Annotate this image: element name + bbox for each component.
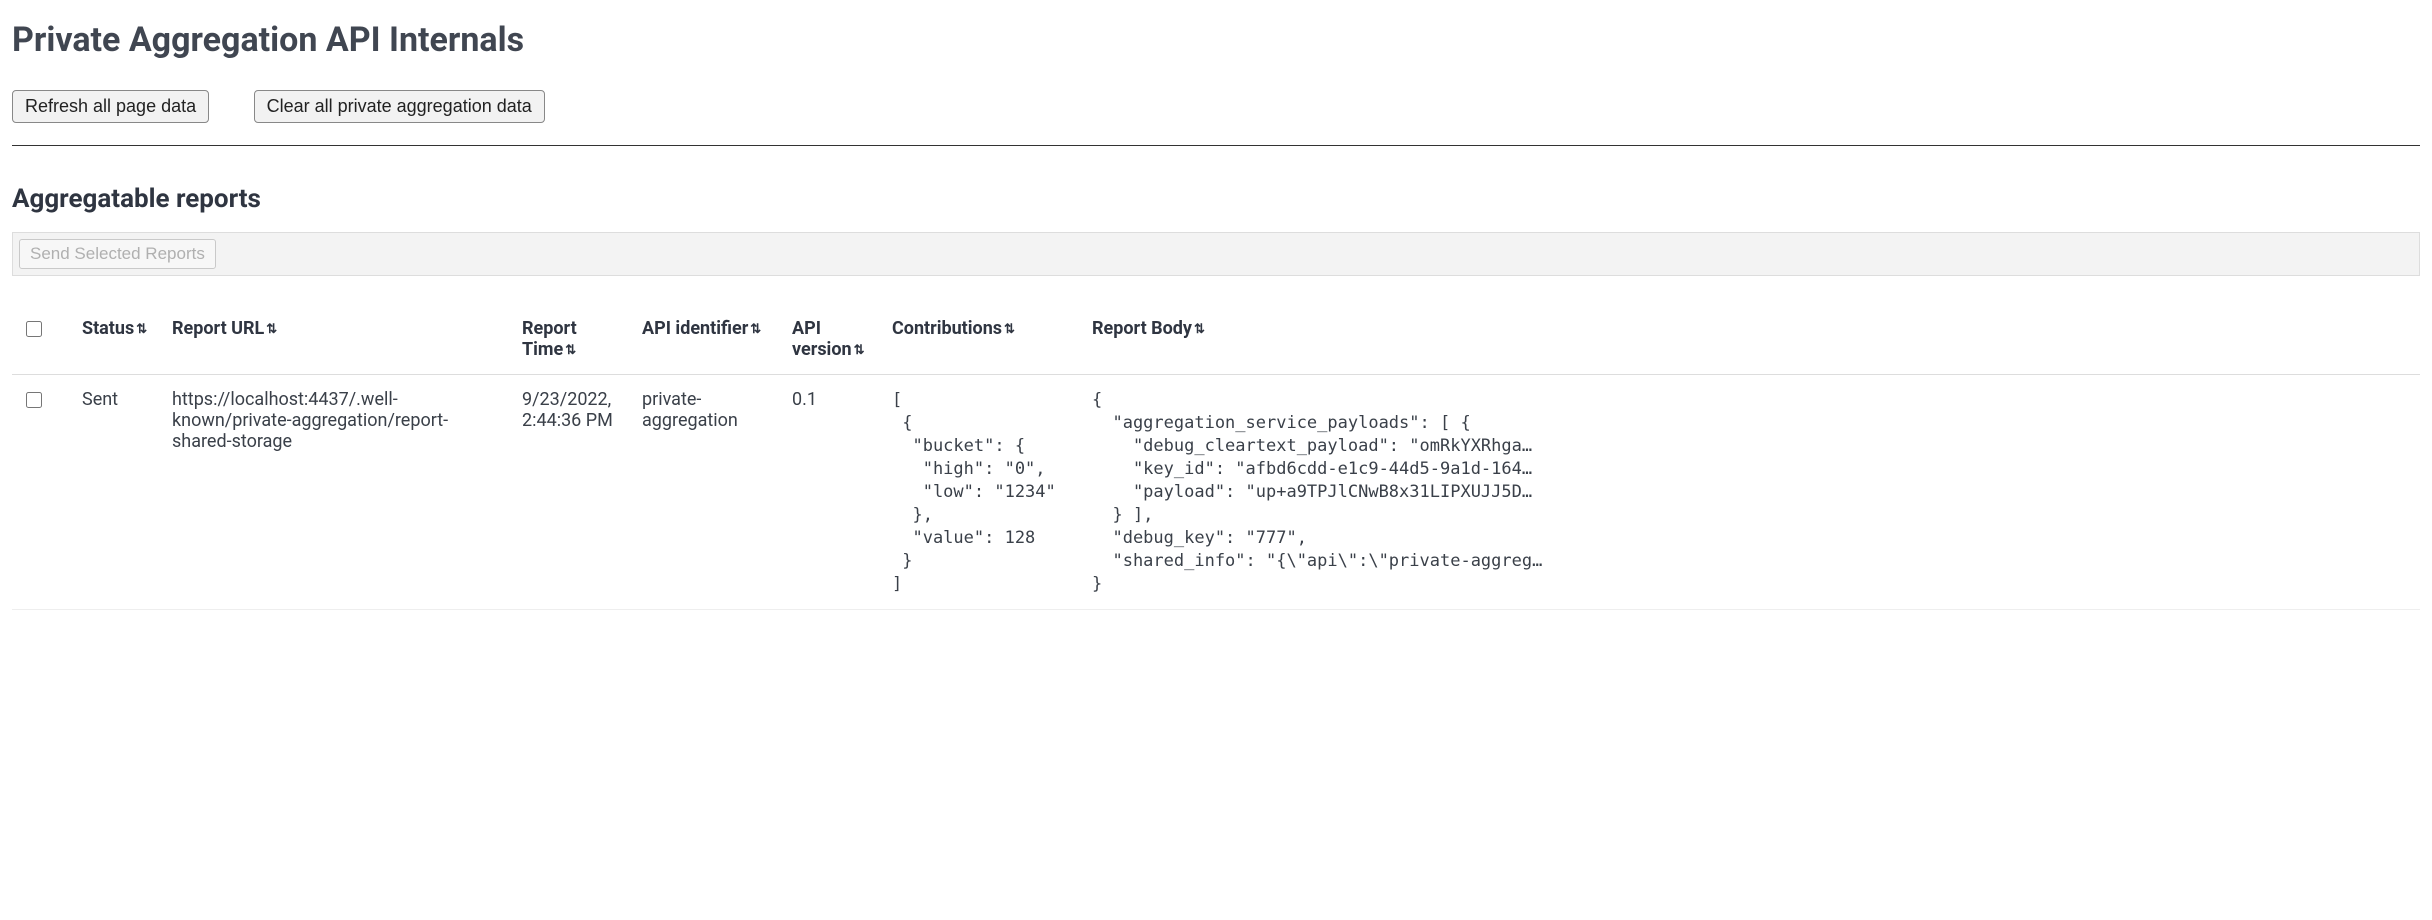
cell-report-body: { "aggregation_service_payloads": [ { "d… (1082, 375, 2420, 610)
col-status[interactable]: Status⇅ (72, 304, 162, 375)
col-api-identifier[interactable]: API identifier⇅ (632, 304, 782, 375)
select-all-header (12, 304, 72, 375)
send-row: Send Selected Reports (12, 232, 2420, 276)
row-checkbox[interactable] (26, 392, 42, 408)
sort-icon: ⇅ (1194, 322, 1205, 337)
reports-table: Status⇅ Report URL⇅ Report Time⇅ API ide… (12, 304, 2420, 610)
col-api-version[interactable]: API version⇅ (782, 304, 882, 375)
contributions-pre: [ { "bucket": { "high": "0", "low": "123… (892, 389, 1072, 595)
col-status-label: Status (82, 318, 134, 339)
clear-data-button[interactable]: Clear all private aggregation data (254, 90, 545, 123)
select-all-checkbox[interactable] (26, 321, 42, 337)
cell-contributions: [ { "bucket": { "high": "0", "low": "123… (882, 375, 1082, 610)
sort-icon: ⇅ (1004, 322, 1015, 337)
col-report-body[interactable]: Report Body⇅ (1082, 304, 2420, 375)
cell-status: Sent (72, 375, 162, 610)
sort-icon: ⇅ (136, 322, 147, 337)
sort-icon: ⇅ (565, 343, 576, 358)
toolbar: Refresh all page data Clear all private … (12, 90, 2420, 123)
sort-icon: ⇅ (266, 322, 277, 337)
refresh-button[interactable]: Refresh all page data (12, 90, 209, 123)
page-title: Private Aggregation API Internals (12, 20, 2420, 60)
send-selected-button[interactable]: Send Selected Reports (19, 239, 216, 269)
cell-api-identifier: private-aggregation (632, 375, 782, 610)
col-api-identifier-label: API identifier (642, 318, 748, 339)
table-row: Sent https://localhost:4437/.well-known/… (12, 375, 2420, 610)
divider (12, 145, 2420, 146)
col-report-body-label: Report Body (1092, 318, 1192, 339)
col-report-url[interactable]: Report URL⇅ (162, 304, 512, 375)
cell-report-time: 9/23/2022, 2:44:36 PM (512, 375, 632, 610)
col-contributions-label: Contributions (892, 318, 1002, 339)
col-api-version-label: API version (792, 318, 852, 360)
report-body-pre: { "aggregation_service_payloads": [ { "d… (1092, 389, 2410, 595)
col-report-url-label: Report URL (172, 318, 264, 339)
sort-icon: ⇅ (750, 322, 761, 337)
col-contributions[interactable]: Contributions⇅ (882, 304, 1082, 375)
cell-report-url: https://localhost:4437/.well-known/priva… (162, 375, 512, 610)
col-report-time[interactable]: Report Time⇅ (512, 304, 632, 375)
sort-icon: ⇅ (854, 343, 865, 358)
cell-api-version: 0.1 (782, 375, 882, 610)
reports-heading: Aggregatable reports (12, 184, 2420, 214)
